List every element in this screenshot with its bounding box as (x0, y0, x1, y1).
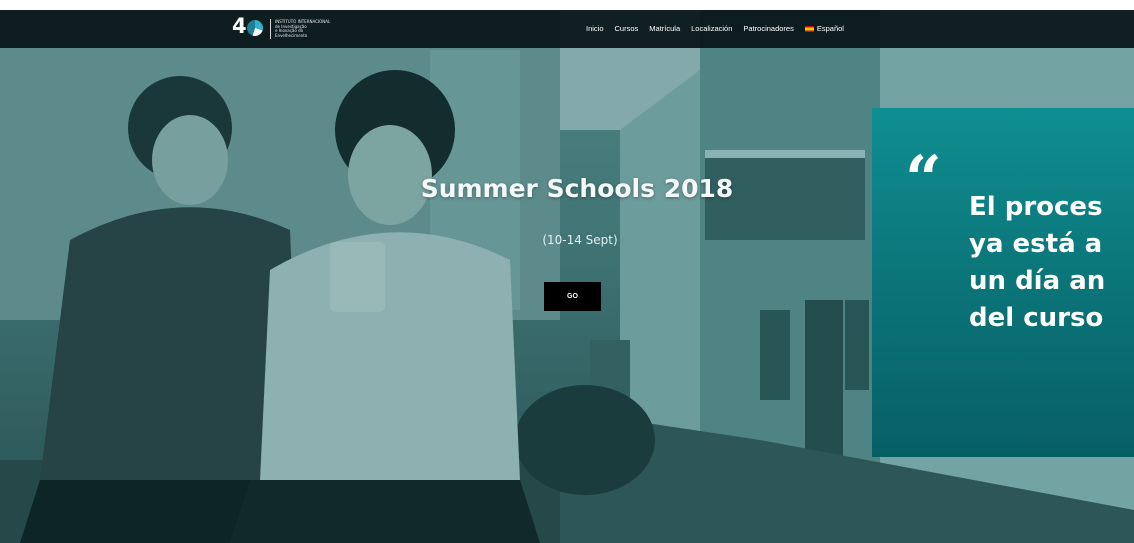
hero-subtitle: (10-14 Sept) (542, 233, 618, 247)
nav-item-matricula[interactable]: Matrícula (649, 24, 680, 34)
logo-text: INSTITUTO INTERNACIONAL de Investigação … (275, 19, 330, 38)
quote-line: ya está a (969, 229, 1103, 259)
nav-item-cursos[interactable]: Cursos (615, 24, 639, 34)
top-navbar: 4 INSTITUTO INTERNACIONAL de Investigaçã… (0, 10, 1134, 48)
language-selector[interactable]: Español (804, 24, 844, 34)
site-logo[interactable]: 4 INSTITUTO INTERNACIONAL de Investigaçã… (232, 14, 330, 40)
quote-line: El proces (969, 192, 1103, 222)
4e-logo-icon: 4 (232, 14, 268, 40)
quote-line: del curso (969, 303, 1104, 333)
quote-line: un día an (969, 266, 1106, 296)
go-button[interactable]: GO (544, 282, 601, 311)
main-nav: Inicio Cursos Matrícula Localización Pat… (586, 24, 844, 34)
nav-item-localizacion[interactable]: Localización (691, 24, 732, 34)
quote-text: El proces ya está a un día an del curso (969, 189, 1134, 337)
logo-divider (270, 19, 271, 39)
quote-icon: “ (905, 142, 942, 217)
language-label: Español (816, 24, 844, 33)
nav-item-inicio[interactable]: Inicio (586, 24, 604, 34)
quote-panel: “ El proces ya está a un día an del curs… (872, 108, 1134, 457)
spain-flag-icon (804, 26, 814, 32)
nav-item-patrocinadores[interactable]: Patrocinadores (743, 24, 793, 34)
logo-line: Envelhecimento (275, 32, 308, 38)
page: 4 INSTITUTO INTERNACIONAL de Investigaçã… (0, 0, 1134, 543)
hero-title: Summer Schools 2018 (420, 174, 734, 203)
